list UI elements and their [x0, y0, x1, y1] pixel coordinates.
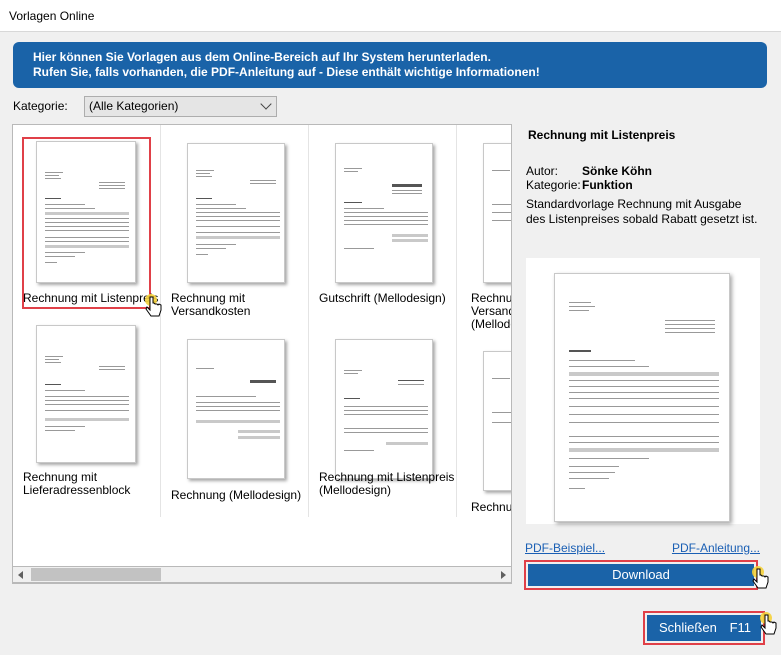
- template-tile[interactable]: Rechnung: [457, 321, 512, 517]
- template-tile[interactable]: Rechnung mit Versandkosten: [161, 125, 309, 321]
- template-label: Rechnung mit Versandkosten: [171, 291, 251, 318]
- template-label: Rechnung mit Listenpreis (Mellodesign): [319, 470, 455, 497]
- preview-page: [554, 273, 730, 522]
- chevron-down-icon: [260, 98, 272, 110]
- template-thumbnail: [483, 351, 511, 491]
- template-tile[interactable]: Gutschrift (Mellodesign): [309, 125, 457, 321]
- title-bar: Vorlagen Online: [0, 0, 781, 32]
- template-preview: [526, 258, 760, 524]
- banner-line-2: Rufen Sie, falls vorhanden, die PDF-Anle…: [33, 65, 540, 79]
- template-label: Rechnung (Mellodesign): [171, 488, 302, 502]
- banner-line-1: Hier können Sie Vorlagen aus dem Online-…: [33, 50, 491, 64]
- template-thumbnail: [335, 143, 433, 283]
- template-tile[interactable]: Rechnung mit Versandkosten (Mellodesign): [457, 125, 511, 331]
- close-label: Schließen: [659, 620, 717, 635]
- download-button[interactable]: Download: [528, 564, 754, 586]
- template-detail-panel: Rechnung mit Listenpreis Autor: Sönke Kö…: [512, 124, 768, 584]
- window-title: Vorlagen Online: [9, 9, 95, 23]
- template-thumbnail: [483, 143, 511, 283]
- template-thumbnail: [187, 143, 285, 283]
- template-tile[interactable]: Rechnung mit Listenpreis: [13, 125, 161, 321]
- template-label: Gutschrift (Mellodesign): [319, 291, 446, 305]
- kategorie-selected-value: (Alle Kategorien): [89, 99, 179, 113]
- template-thumbnail: [36, 325, 136, 463]
- scroll-left-arrow-icon[interactable]: [13, 567, 30, 582]
- scrollbar-thumb[interactable]: [31, 568, 161, 581]
- kategorie-select[interactable]: (Alle Kategorien): [84, 96, 277, 117]
- kategorie-label: Kategorie:: [13, 99, 68, 113]
- info-banner: Hier können Sie Vorlagen aus dem Online-…: [13, 42, 767, 88]
- close-shortcut: F11: [729, 620, 751, 635]
- pdf-beispiel-link[interactable]: PDF-Beispiel...: [525, 541, 605, 555]
- hand-cursor-icon: [760, 612, 777, 635]
- detail-title: Rechnung mit Listenpreis: [528, 128, 676, 142]
- template-tile[interactable]: Rechnung mit Listenpreis (Mellodesign): [309, 321, 457, 517]
- hand-cursor-icon: [752, 566, 769, 589]
- hand-cursor-icon: [145, 294, 162, 317]
- template-thumbnail: [187, 339, 285, 479]
- template-label: Rechnung mit Lieferadressenblock: [23, 470, 131, 497]
- template-thumbnail: [335, 339, 433, 479]
- template-thumbnail: [36, 141, 136, 283]
- detail-kategorie-value: Funktion: [582, 178, 633, 192]
- template-tile[interactable]: Rechnung mit Lieferadressenblock: [13, 321, 161, 517]
- download-label: Download: [612, 567, 670, 582]
- close-button[interactable]: Schließen F11: [647, 615, 761, 641]
- detail-kategorie-label: Kategorie:: [526, 178, 581, 192]
- autor-label: Autor:: [526, 164, 559, 178]
- scroll-right-arrow-icon[interactable]: [494, 567, 511, 582]
- template-label: Rechnung: [471, 500, 512, 514]
- template-tile[interactable]: Rechnung (Mellodesign): [161, 321, 309, 517]
- pdf-anleitung-link[interactable]: PDF-Anleitung...: [672, 541, 760, 555]
- template-gallery[interactable]: Rechnung mit Listenpreis Rechnung mit Ve…: [12, 124, 512, 584]
- gallery-horizontal-scrollbar[interactable]: [12, 566, 512, 583]
- vorlagen-online-window: Vorlagen Online Hier können Sie Vorlagen…: [0, 0, 781, 655]
- autor-value: Sönke Köhn: [582, 164, 653, 178]
- detail-description: Standardvorlage Rechnung mit Ausgabe des…: [526, 197, 758, 226]
